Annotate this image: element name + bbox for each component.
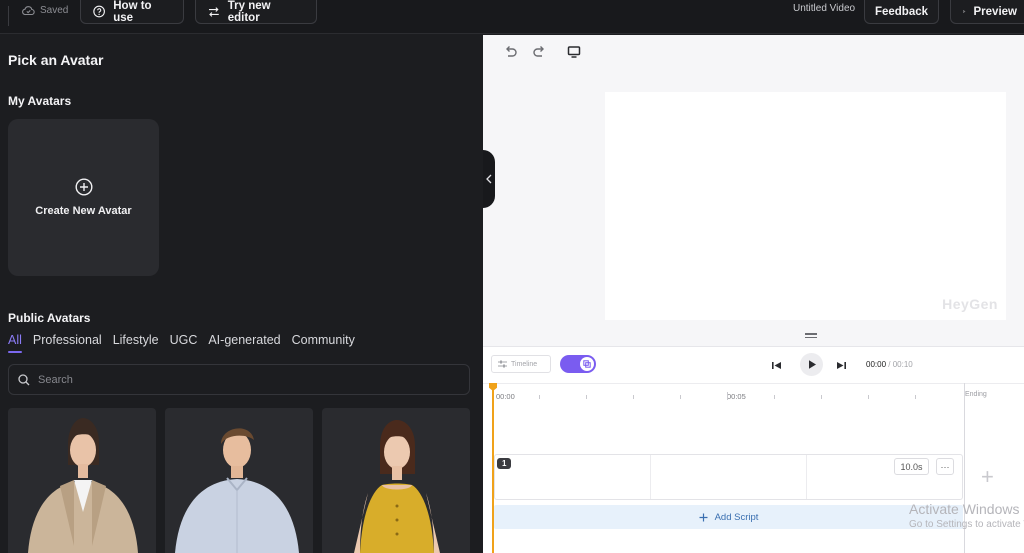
avatar-card-3[interactable] [322, 408, 470, 553]
activation-title: Activate Windows [909, 501, 1020, 517]
editor-panel: HeyGen Timeline 00:00 / 00:10 00:00 00:0… [483, 35, 1024, 553]
my-avatars-heading: My Avatars [8, 94, 72, 108]
ruler-label-start: 00:00 [496, 392, 515, 401]
ruler-tick [868, 395, 869, 399]
feedback-button[interactable]: Feedback [864, 0, 939, 24]
ending-label: Ending [965, 391, 987, 398]
scene-clip[interactable]: 1 10.0s ··· [494, 454, 963, 500]
play-outline-icon [963, 10, 966, 13]
tab-ugc[interactable]: UGC [170, 333, 198, 353]
redo-button[interactable] [532, 45, 546, 64]
scene-number-badge: 1 [497, 458, 512, 469]
tab-community[interactable]: Community [292, 333, 355, 353]
skip-forward-button[interactable] [836, 358, 847, 376]
search-input[interactable] [38, 373, 438, 386]
video-title[interactable]: Untitled Video [793, 3, 855, 14]
swap-arrows-icon [208, 6, 219, 17]
topbar-divider [8, 6, 9, 26]
how-to-use-button[interactable]: How to use [80, 0, 184, 24]
skip-back-icon [772, 362, 781, 369]
tab-professional[interactable]: Professional [33, 333, 102, 353]
activation-subtitle: Go to Settings to activate Windows. [909, 519, 1024, 530]
scene-frame-divider [650, 455, 651, 499]
video-canvas[interactable]: HeyGen [605, 92, 1006, 320]
brand-watermark: HeyGen [942, 296, 998, 312]
undo-icon [506, 46, 517, 57]
try-new-editor-button[interactable]: Try new editor [195, 0, 317, 24]
timeline-label: Timeline [511, 360, 538, 368]
scene-duration-button[interactable]: 10.0s [894, 458, 929, 475]
ruler-label-mid: 00:05 [727, 392, 746, 401]
preview-label: Preview [973, 5, 1017, 18]
plus-icon [699, 513, 708, 521]
windows-activation-watermark: Activate Windows Go to Settings to activ… [909, 501, 1024, 530]
skip-forward-icon [837, 362, 846, 369]
toggle-knob [580, 357, 594, 371]
search-icon [18, 373, 30, 385]
time-ruler[interactable]: 00:00 00:05 [483, 383, 1024, 401]
tab-lifestyle[interactable]: Lifestyle [113, 333, 159, 353]
avatar-search [8, 364, 470, 395]
public-avatars-heading: Public Avatars [8, 311, 91, 325]
scene-more-button[interactable]: ··· [936, 458, 954, 475]
skip-back-button[interactable] [771, 358, 782, 376]
undo-button[interactable] [504, 45, 518, 64]
time-readout: 00:00 / 00:10 [866, 360, 913, 369]
tab-ai-generated[interactable]: AI-generated [208, 333, 280, 353]
ruler-tick [915, 395, 916, 399]
aspect-ratio-button[interactable] [567, 45, 581, 64]
copy-icon [583, 360, 591, 368]
avatar-category-tabs: All Professional Lifestyle UGC AI-genera… [8, 333, 355, 353]
ruler-tick [821, 395, 822, 399]
sliders-icon [498, 360, 507, 368]
cloud-check-icon [22, 5, 35, 15]
total-duration: / 00:10 [888, 360, 913, 369]
avatar-image [354, 420, 440, 553]
avatar-card-2[interactable] [165, 408, 313, 553]
play-button[interactable] [800, 353, 823, 376]
play-icon [808, 360, 816, 369]
redo-icon [533, 46, 544, 57]
question-circle-icon [93, 5, 105, 18]
ruler-tick [774, 395, 775, 399]
add-script-button[interactable]: Add Script [494, 505, 963, 529]
ruler-tick [680, 395, 681, 399]
monitor-icon [567, 46, 581, 58]
add-script-label: Add Script [714, 511, 759, 523]
preview-button[interactable]: Preview [950, 0, 1024, 24]
timeline-button[interactable]: Timeline [491, 355, 551, 373]
add-ending-icon[interactable]: + [981, 464, 994, 490]
try-new-editor-label: Try new editor [227, 0, 271, 24]
ruler-tick [586, 395, 587, 399]
avatar-card-1[interactable] [8, 408, 156, 553]
current-time: 00:00 [866, 360, 887, 369]
panel-title: Pick an Avatar [8, 52, 104, 68]
timeline-toggle[interactable] [560, 355, 596, 373]
ruler-tick [633, 395, 634, 399]
scene-frame-divider [806, 455, 807, 499]
ruler-tick-major [727, 392, 728, 400]
avatar-image [175, 428, 299, 553]
ruler-tick [539, 395, 540, 399]
top-bar: Saved How to use Try new editor Untitled… [0, 0, 1024, 34]
create-avatar-label: Create New Avatar [35, 205, 132, 217]
create-avatar-card[interactable]: Create New Avatar [8, 119, 159, 276]
plus-circle-icon [74, 178, 93, 196]
how-to-use-label: How to use [113, 0, 152, 24]
avatar-panel: Pick an Avatar My Avatars Create New Ava… [0, 35, 483, 553]
saved-label: Saved [40, 4, 69, 16]
chevron-left-icon [486, 174, 492, 184]
timeline-panel: Timeline 00:00 / 00:10 00:00 00:05 Endin… [483, 346, 1024, 553]
tab-all[interactable]: All [8, 333, 22, 353]
avatar-image [28, 418, 138, 553]
resize-handle[interactable] [805, 333, 817, 340]
collapse-panel-button[interactable] [483, 150, 495, 208]
save-status: Saved [22, 3, 68, 17]
